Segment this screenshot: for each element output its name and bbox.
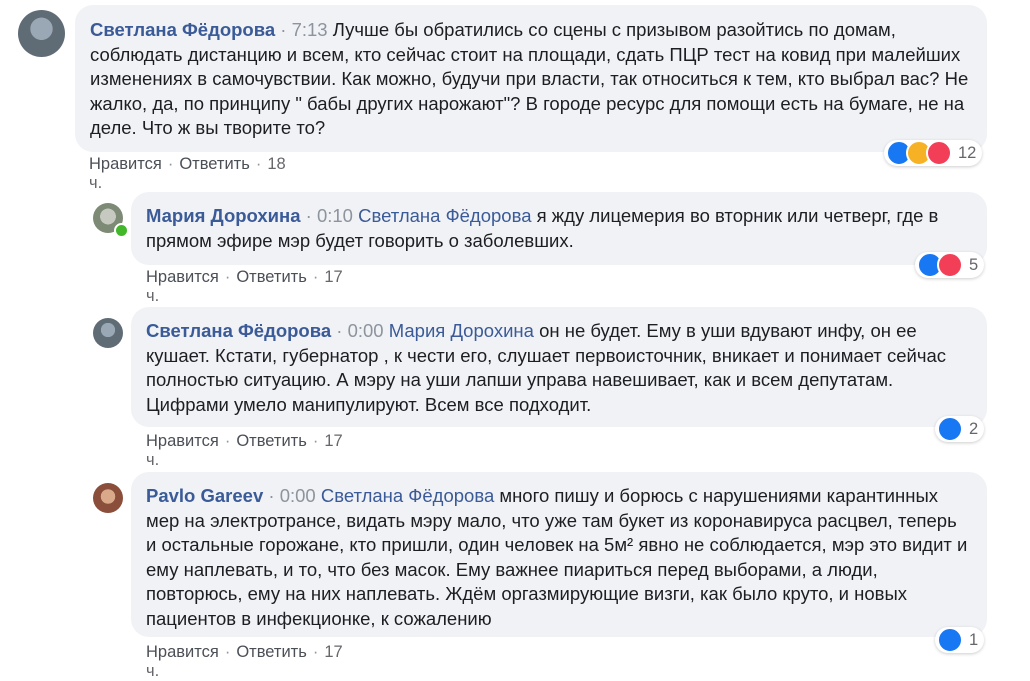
comment-bubble: Мария Дорохина · 0:10 Светлана Фёдорова …: [131, 192, 987, 265]
love-icon: [937, 252, 963, 278]
separator-dot: ·: [224, 643, 231, 661]
avatar[interactable]: [93, 318, 123, 348]
comment-mention[interactable]: Светлана Фёдорова: [321, 485, 494, 506]
avatar[interactable]: [18, 10, 65, 57]
comment-time[interactable]: 0:00: [348, 320, 384, 341]
comment-actions: Нравится · Ответить · 17 ч.: [146, 268, 343, 306]
comment-text: много пишу и борюсь с нарушениями карант…: [146, 485, 968, 629]
separator-dot: ·: [167, 155, 174, 173]
avatar[interactable]: [93, 483, 123, 513]
comment-time[interactable]: 0:00: [280, 485, 316, 506]
reaction-summary[interactable]: 2: [935, 416, 985, 442]
reaction-summary[interactable]: 5: [915, 252, 985, 278]
comment-author[interactable]: Светлана Фёдорова: [146, 320, 331, 341]
reaction-count: 12: [958, 143, 977, 162]
separator-dot: ·: [268, 485, 275, 506]
reaction-count: 1: [969, 630, 979, 649]
comment-author[interactable]: Светлана Фёдорова: [90, 19, 275, 40]
online-status-icon: [114, 223, 129, 238]
reaction-count: 5: [969, 255, 979, 274]
reply-button[interactable]: Ответить: [236, 268, 307, 286]
comment-actions: Нравится · Ответить · 17 ч.: [146, 643, 343, 681]
comment-time[interactable]: 7:13: [292, 19, 328, 40]
comment-author[interactable]: Pavlo Gareev: [146, 485, 263, 506]
comment-mention[interactable]: Светлана Фёдорова: [358, 205, 531, 226]
comment-bubble: Pavlo Gareev · 0:00 Светлана Фёдорова мн…: [131, 472, 987, 637]
like-button[interactable]: Нравится: [146, 268, 219, 286]
separator-dot: ·: [336, 320, 343, 341]
comment-actions: Нравится · Ответить · 17 ч.: [146, 432, 343, 470]
separator-dot: ·: [255, 155, 262, 173]
reply-button[interactable]: Ответить: [179, 155, 250, 173]
separator-dot: ·: [312, 643, 319, 661]
like-button[interactable]: Нравится: [146, 643, 219, 661]
reply-button[interactable]: Ответить: [236, 643, 307, 661]
reaction-count: 2: [969, 419, 979, 438]
separator-dot: ·: [224, 432, 231, 450]
reaction-summary[interactable]: 1: [935, 627, 985, 653]
like-button[interactable]: Нравится: [146, 432, 219, 450]
separator-dot: ·: [224, 268, 231, 286]
comment-actions: Нравится · Ответить · 18 ч.: [89, 155, 286, 193]
separator-dot: ·: [312, 432, 319, 450]
reaction-summary[interactable]: 12: [884, 140, 983, 166]
comment-bubble: Светлана Фёдорова · 0:00 Мария Дорохина …: [131, 307, 987, 427]
reply-button[interactable]: Ответить: [236, 432, 307, 450]
separator-dot: ·: [305, 205, 312, 226]
separator-dot: ·: [280, 19, 287, 40]
comment-author[interactable]: Мария Дорохина: [146, 205, 301, 226]
separator-dot: ·: [312, 268, 319, 286]
comment-time[interactable]: 0:10: [317, 205, 353, 226]
comment-bubble: Светлана Фёдорова · 7:13 Лучше бы обрати…: [75, 5, 987, 152]
like-button[interactable]: Нравится: [89, 155, 162, 173]
like-icon: [937, 627, 963, 653]
like-icon: [937, 416, 963, 442]
comment-mention[interactable]: Мария Дорохина: [389, 320, 534, 341]
love-icon: [926, 140, 952, 166]
